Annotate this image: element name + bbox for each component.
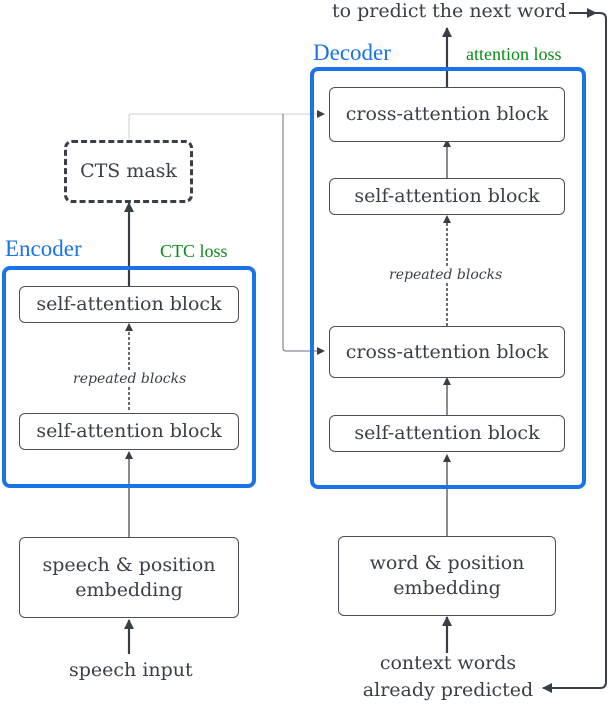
decoder-self-attention-block-top: self-attention block bbox=[329, 178, 565, 215]
ctc-loss-label: CTC loss bbox=[160, 241, 228, 261]
encoder-repeated-label: repeated blocks bbox=[71, 371, 189, 387]
cts-mask-box: CTS mask bbox=[64, 140, 193, 203]
decoder-self-attention-block-bottom: self-attention block bbox=[329, 415, 565, 452]
cts-mask-label: CTS mask bbox=[80, 160, 177, 182]
encoder-title: Encoder bbox=[5, 236, 82, 261]
decoder-title: Decoder bbox=[313, 40, 391, 65]
decoder-repeated-label: repeated blocks bbox=[387, 267, 505, 283]
block-label: cross-attention block bbox=[345, 103, 549, 125]
word-embedding-box: word & position embedding bbox=[338, 536, 556, 616]
speech-embedding-box: speech & position embedding bbox=[19, 537, 239, 618]
attention-loss-label: attention loss bbox=[466, 44, 562, 64]
block-label: cross-attention block bbox=[345, 340, 549, 363]
line-cts-to-cross-attn bbox=[128, 110, 325, 139]
block-label: self-attention block bbox=[36, 293, 222, 315]
speech-embedding-label: speech & position embedding bbox=[42, 553, 216, 601]
block-label: self-attention block bbox=[354, 422, 540, 444]
block-label: self-attention block bbox=[354, 185, 540, 207]
speech-input-label: speech input bbox=[69, 659, 193, 681]
output-label: to predict the next word bbox=[332, 0, 567, 22]
encoder-self-attention-block-top: self-attention block bbox=[19, 286, 239, 323]
decoder-cross-attention-block-top: cross-attention block bbox=[329, 87, 565, 142]
encoder-self-attention-block-bottom: self-attention block bbox=[19, 413, 239, 450]
decoder-cross-attention-block-bottom: cross-attention block bbox=[329, 326, 565, 378]
block-label: self-attention block bbox=[36, 420, 222, 442]
context-words-label: context words already predicted bbox=[362, 652, 534, 701]
word-embedding-label: word & position embedding bbox=[369, 552, 525, 599]
